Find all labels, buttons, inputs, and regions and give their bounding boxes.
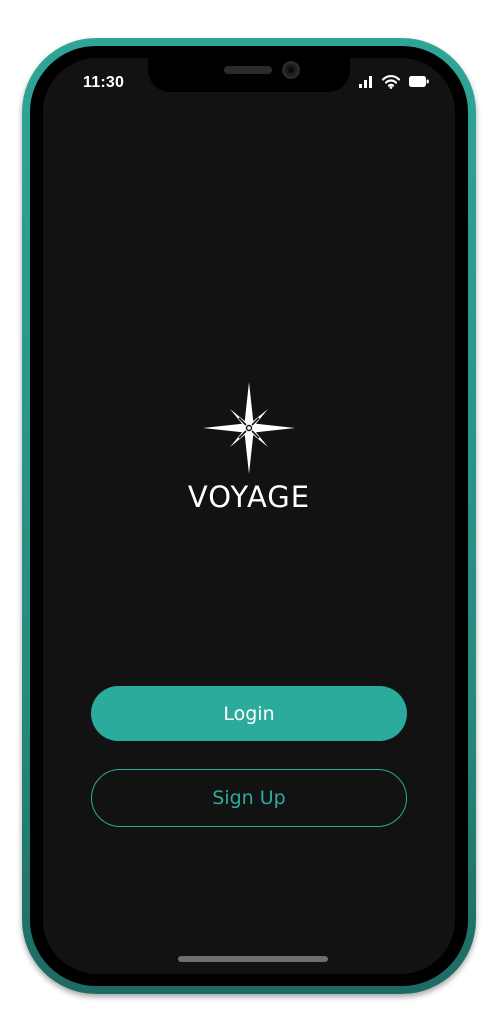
status-time: 11:30 <box>83 74 125 91</box>
login-button[interactable]: Login <box>91 686 407 741</box>
signup-button-label: Sign Up <box>212 787 286 809</box>
compass-star-icon <box>203 382 295 474</box>
login-button-label: Login <box>223 702 275 725</box>
notch <box>148 58 350 92</box>
battery-icon <box>409 76 429 87</box>
speaker-grille <box>224 66 272 74</box>
signup-button[interactable]: Sign Up <box>91 769 407 827</box>
brand-name: VOYAGE <box>187 480 311 514</box>
front-camera-icon <box>282 61 300 79</box>
app-screen: 11:30 VOYAGE Login Sign Up <box>43 58 455 974</box>
status-icons <box>359 74 429 89</box>
home-indicator[interactable] <box>178 956 328 962</box>
wifi-icon <box>381 75 401 89</box>
signal-icon <box>359 75 372 88</box>
